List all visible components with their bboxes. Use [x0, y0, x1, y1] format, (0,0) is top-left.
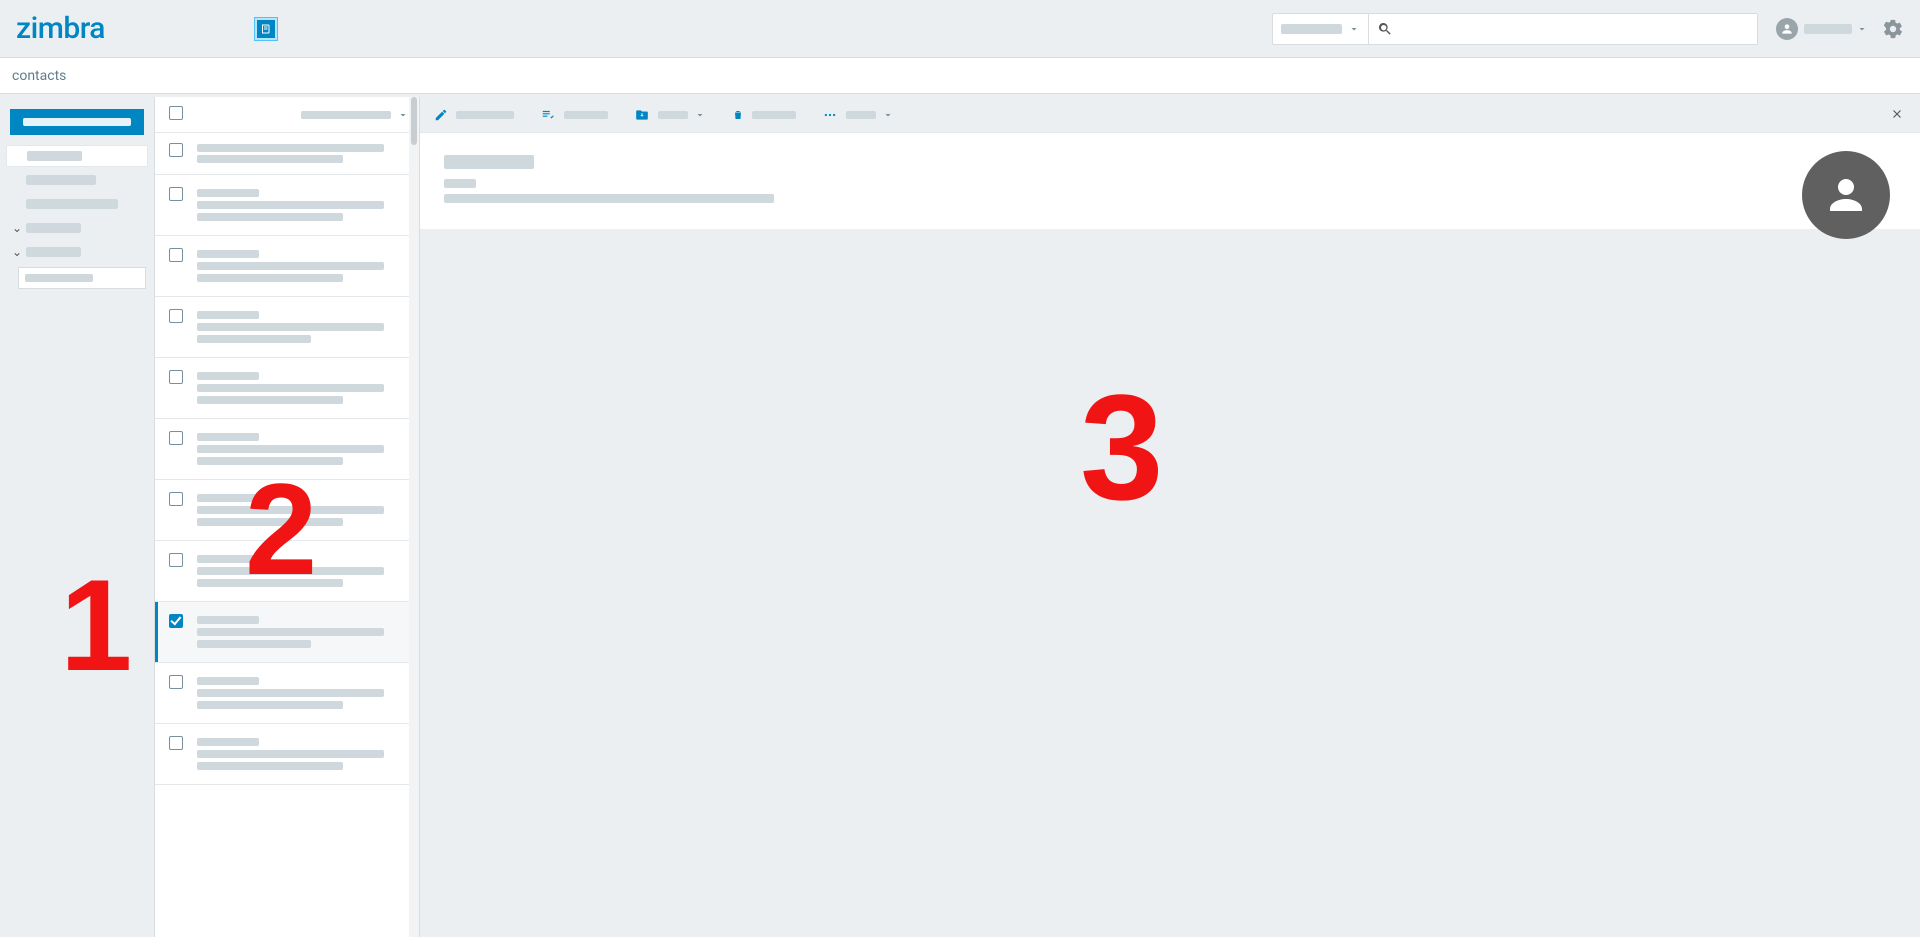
row-content	[197, 673, 405, 713]
row-checkbox[interactable]	[169, 370, 187, 388]
pencil-icon	[434, 108, 448, 122]
chevron-down-icon	[1856, 23, 1868, 35]
delete-button[interactable]	[732, 108, 796, 122]
contact-action-bar	[420, 97, 1920, 133]
contact-field-value	[444, 194, 774, 203]
chevron-down-icon: ⌄	[12, 245, 26, 259]
tag-button[interactable]	[540, 108, 608, 122]
list-item[interactable]	[155, 602, 419, 663]
more-dots-icon	[822, 108, 838, 122]
list-item[interactable]	[155, 297, 419, 358]
more-button[interactable]	[822, 108, 894, 122]
sidebar-item-contacts[interactable]	[6, 145, 148, 167]
sidebar-item[interactable]	[6, 169, 148, 191]
row-checkbox[interactable]	[169, 736, 187, 754]
row-content	[197, 368, 405, 408]
search-input[interactable]	[1401, 14, 1757, 44]
breadcrumb-bar: contacts	[0, 58, 1920, 94]
annotation-1: 1	[60, 573, 132, 677]
row-checkbox[interactable]	[169, 553, 187, 571]
row-checkbox[interactable]	[169, 492, 187, 510]
chevron-down-icon	[1348, 23, 1360, 35]
chevron-down-icon	[694, 109, 706, 121]
new-contact-button[interactable]	[10, 109, 144, 135]
list-item[interactable]	[155, 541, 419, 602]
scrollbar-thumb[interactable]	[411, 97, 417, 145]
contact-list-header	[155, 97, 419, 133]
row-checkbox[interactable]	[169, 248, 187, 266]
edit-button[interactable]	[434, 108, 514, 122]
viewing-pane: 3	[420, 97, 1920, 937]
select-all-checkbox[interactable]	[169, 106, 183, 124]
sidebar-add-input[interactable]	[18, 267, 146, 289]
logo: zimbra	[16, 11, 105, 46]
row-content	[197, 734, 405, 774]
sidebar-item[interactable]	[6, 193, 148, 215]
avatar-icon	[1776, 18, 1798, 40]
row-content	[197, 490, 405, 530]
address-book-icon	[260, 23, 272, 35]
search-box[interactable]	[1368, 13, 1758, 45]
annotation-3: 3	[1080, 387, 1163, 507]
gear-icon	[1882, 18, 1904, 40]
sidebar: ⌄ ⌄ 1	[0, 97, 155, 937]
list-item[interactable]	[155, 133, 419, 175]
scrollbar-track[interactable]	[409, 97, 419, 937]
list-item[interactable]	[155, 480, 419, 541]
contact-list-column: 2	[155, 97, 420, 937]
contact-name	[444, 155, 534, 169]
folder-move-icon	[634, 108, 650, 122]
search-icon	[1377, 21, 1393, 37]
app-header: zimbra	[0, 0, 1920, 58]
row-content	[197, 141, 405, 166]
sidebar-item-categories[interactable]: ⌄	[6, 241, 148, 263]
contacts-app-tab-icon[interactable]	[255, 18, 277, 40]
contact-field-label	[444, 179, 476, 188]
list-item[interactable]	[155, 724, 419, 785]
list-item[interactable]	[155, 419, 419, 480]
list-check-icon	[540, 108, 556, 122]
move-button[interactable]	[634, 108, 706, 122]
row-content	[197, 185, 405, 225]
row-content	[197, 429, 405, 469]
list-item[interactable]	[155, 663, 419, 724]
contact-avatar	[1802, 151, 1890, 239]
trash-icon	[732, 108, 744, 122]
list-item[interactable]	[155, 175, 419, 236]
row-content	[197, 246, 405, 286]
sidebar-item-tags[interactable]: ⌄	[6, 217, 148, 239]
settings-button[interactable]	[1882, 18, 1904, 40]
contact-list-body[interactable]	[155, 133, 419, 937]
search-scope-selector[interactable]	[1272, 13, 1368, 45]
chevron-down-icon: ⌄	[12, 221, 26, 235]
list-item[interactable]	[155, 358, 419, 419]
sort-selector[interactable]	[301, 109, 409, 121]
row-checkbox[interactable]	[169, 143, 187, 161]
chevron-down-icon	[397, 109, 409, 121]
row-checkbox[interactable]	[169, 309, 187, 327]
chevron-down-icon	[882, 109, 894, 121]
breadcrumb: contacts	[12, 68, 66, 84]
list-item[interactable]	[155, 236, 419, 297]
row-checkbox[interactable]	[169, 614, 187, 630]
row-content	[197, 307, 405, 347]
close-icon	[1890, 107, 1904, 121]
avatar-icon	[1822, 171, 1870, 219]
row-content	[197, 612, 405, 652]
main-layout: ⌄ ⌄ 1 2	[0, 97, 1920, 937]
row-checkbox[interactable]	[169, 675, 187, 693]
row-checkbox[interactable]	[169, 431, 187, 449]
row-checkbox[interactable]	[169, 187, 187, 205]
contact-card	[420, 133, 1920, 229]
row-content	[197, 551, 405, 591]
account-menu[interactable]	[1776, 18, 1868, 40]
close-pane-button[interactable]	[1890, 107, 1906, 123]
